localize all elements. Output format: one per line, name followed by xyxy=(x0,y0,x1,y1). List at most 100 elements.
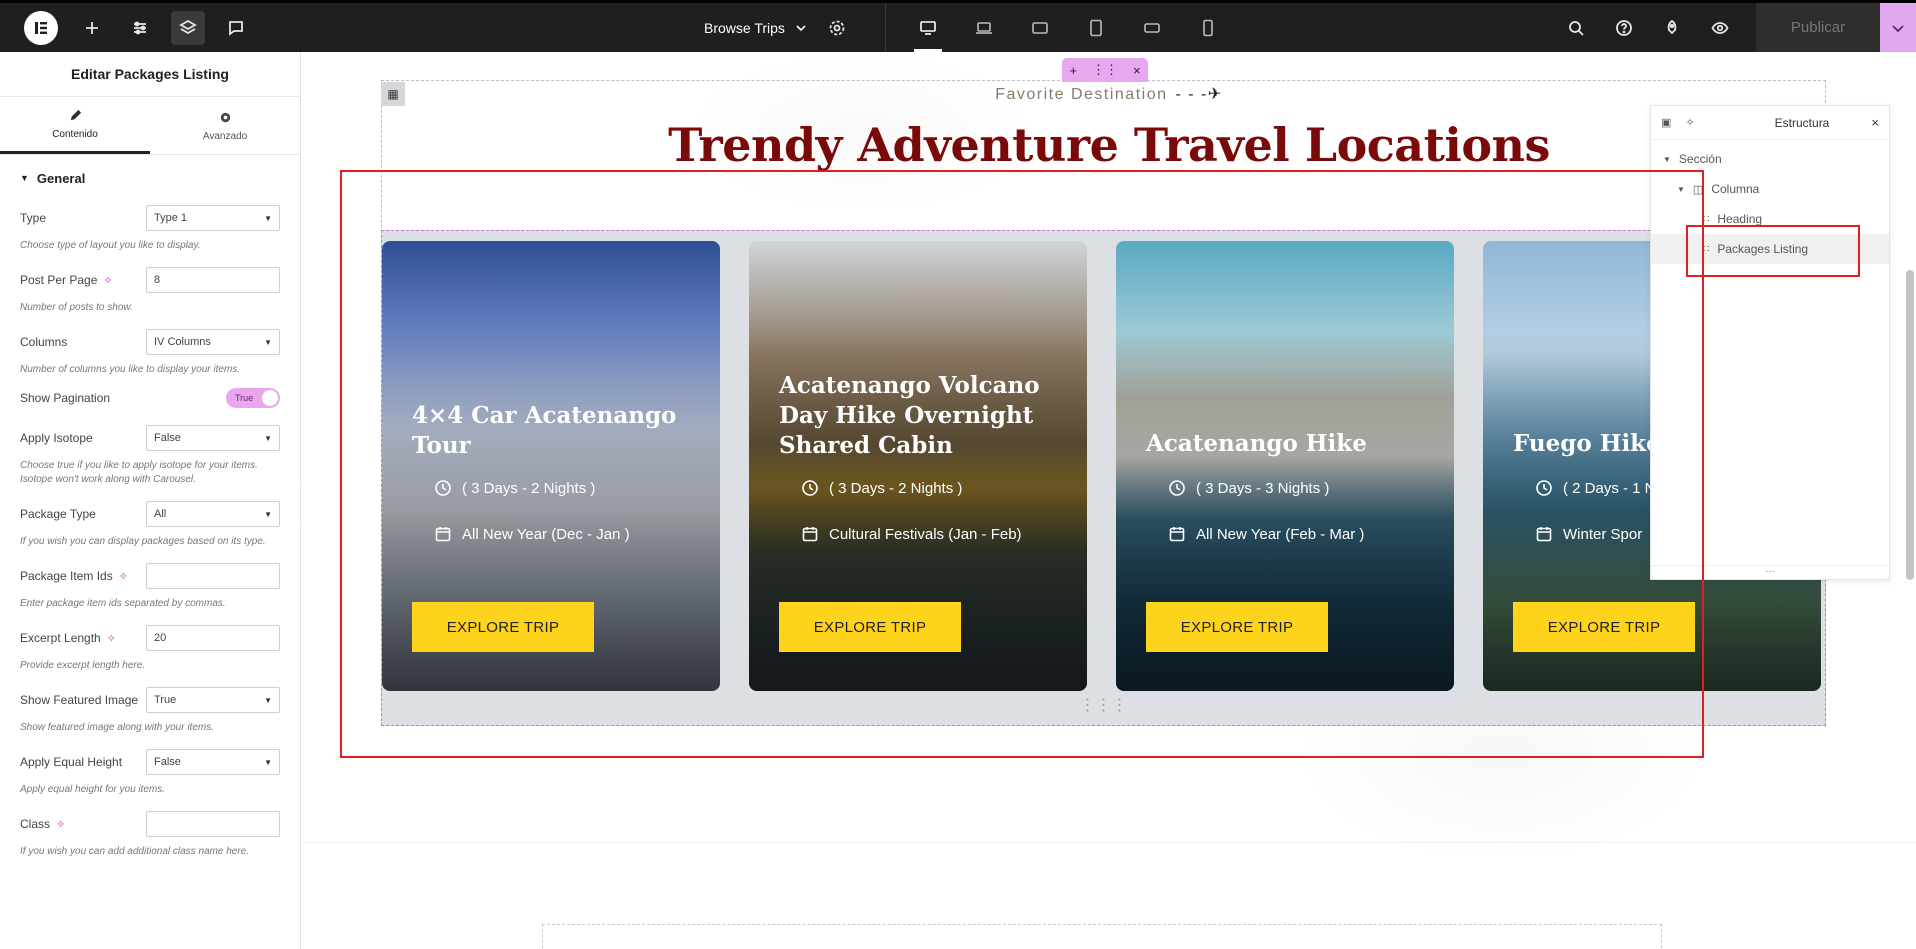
airplane-icon: - - -✈ xyxy=(1175,86,1223,103)
apply-equal-height-label: Apply Equal Height xyxy=(20,755,123,769)
package-type-label: Package Type xyxy=(20,507,96,521)
publish-options-chevron-icon[interactable] xyxy=(1880,3,1916,52)
package-item-ids-input[interactable] xyxy=(146,563,280,589)
apply-isotope-value: False xyxy=(154,432,181,444)
highlight-widget-box xyxy=(340,170,1704,758)
excerpt-length-label: Excerpt Length xyxy=(20,631,101,645)
class-label: Class xyxy=(20,817,51,831)
chevron-down-icon xyxy=(796,24,806,31)
show-pagination-toggle[interactable]: True xyxy=(226,388,280,408)
desktop-device-icon[interactable] xyxy=(900,3,956,52)
ai-sparkle-icon[interactable]: ✧ xyxy=(1685,116,1694,129)
mobile-landscape-device-icon[interactable] xyxy=(1124,3,1180,52)
ai-sparkle-icon[interactable]: ✧ xyxy=(56,818,65,831)
type-help: Choose type of layout you like to displa… xyxy=(20,240,201,251)
panel-title: Editar Packages Listing xyxy=(0,52,300,97)
apply-isotope-select[interactable]: False ▼ xyxy=(146,425,280,451)
package-type-select[interactable]: All ▼ xyxy=(146,501,280,527)
page-settings-icon[interactable] xyxy=(813,3,861,52)
ai-sparkle-icon[interactable]: ✧ xyxy=(119,570,128,583)
columns-select[interactable]: IV Columns ▼ xyxy=(146,329,280,355)
show-featured-image-help: Show featured image along with your item… xyxy=(20,722,214,733)
excerpt-length-input[interactable]: 20 xyxy=(146,625,280,651)
tablet-landscape-device-icon[interactable] xyxy=(1012,3,1068,52)
control-apply-equal-height: Apply Equal Height False ▼ xyxy=(0,749,300,775)
tab-contenido[interactable]: Contenido xyxy=(0,97,150,154)
structure-layers-icon[interactable] xyxy=(171,10,205,45)
publish-button[interactable]: Publicar xyxy=(1756,3,1880,52)
section-divider xyxy=(302,842,1916,843)
control-show-pagination: Show Pagination True xyxy=(0,385,300,411)
highlight-structure-item-box xyxy=(1686,225,1860,277)
page-selector-label: Browse Trips xyxy=(704,19,785,36)
tab-label: Avanzado xyxy=(202,130,248,142)
select-caret-icon: ▼ xyxy=(264,509,272,519)
structure-header: ▣ ✧ Estructura × xyxy=(1651,106,1889,140)
toolbar-divider xyxy=(884,3,886,52)
class-input[interactable] xyxy=(146,811,280,837)
preview-eye-icon[interactable] xyxy=(1696,3,1744,52)
add-section-plus-icon[interactable]: + xyxy=(1069,63,1077,78)
control-package-item-ids: Package Item Ids ✧ xyxy=(0,563,300,589)
tab-label: Contenido xyxy=(52,129,98,140)
tab-avanzado[interactable]: Avanzado xyxy=(150,97,300,154)
toggle-state: True xyxy=(235,393,254,403)
select-caret-icon: ▼ xyxy=(264,433,272,443)
comments-icon[interactable] xyxy=(212,3,260,52)
excerpt-length-help: Provide excerpt length here. xyxy=(20,660,146,671)
search-icon[interactable] xyxy=(1552,3,1600,52)
show-featured-image-select[interactable]: True ▼ xyxy=(146,687,280,713)
laptop-device-icon[interactable] xyxy=(956,3,1012,52)
close-icon[interactable]: × xyxy=(1871,115,1879,130)
page-selector[interactable]: Browse Trips xyxy=(688,20,813,36)
section-general-toggle[interactable]: ▼ General xyxy=(0,155,300,201)
control-package-type: Package Type All ▼ xyxy=(0,501,300,527)
mobile-portrait-device-icon[interactable] xyxy=(1180,3,1236,52)
type-select[interactable]: Type 1 ▼ xyxy=(146,205,280,231)
section-handle-bar: + ⋮⋮ × xyxy=(1062,58,1148,82)
tablet-portrait-device-icon[interactable] xyxy=(1068,3,1124,52)
whats-new-icon[interactable] xyxy=(1648,3,1696,52)
drag-section-icon[interactable]: ⋮⋮ xyxy=(1092,62,1118,78)
control-apply-isotope: Apply Isotope False ▼ xyxy=(0,425,300,451)
collapse-all-icon[interactable]: ▣ xyxy=(1661,116,1671,129)
elementor-logo-icon[interactable] xyxy=(24,10,58,45)
select-caret-icon: ▼ xyxy=(264,337,272,347)
apply-equal-height-help: Apply equal height for you items. xyxy=(20,784,166,795)
ai-sparkle-icon[interactable]: ✧ xyxy=(107,632,116,645)
structure-title: Estructura xyxy=(1774,115,1830,130)
add-element-icon[interactable] xyxy=(68,3,116,52)
columns-help: Number of columns you like to display yo… xyxy=(20,364,241,375)
device-switcher xyxy=(900,3,1236,52)
control-excerpt-length: Excerpt Length ✧ 20 xyxy=(0,625,300,651)
canvas-scrollbar[interactable] xyxy=(1906,270,1914,580)
show-pagination-label: Show Pagination xyxy=(20,391,111,405)
columns-label: Columns xyxy=(20,335,68,349)
pencil-icon xyxy=(70,109,81,121)
class-label-wrap: Class ✧ xyxy=(20,817,65,831)
post-per-page-input[interactable]: 8 xyxy=(146,267,280,293)
add-new-section-dropzone[interactable] xyxy=(542,924,1662,949)
show-featured-image-label: Show Featured Image xyxy=(20,693,139,707)
panel-tabs: Contenido Avanzado xyxy=(0,97,300,155)
subtitle-text: Favorite Destination xyxy=(995,86,1168,103)
post-per-page-help: Number of posts to show. xyxy=(20,302,133,313)
ai-sparkle-icon[interactable]: ✧ xyxy=(103,274,112,287)
delete-section-close-icon[interactable]: × xyxy=(1133,63,1141,78)
control-class: Class ✧ xyxy=(0,811,300,837)
structure-item-label: Columna xyxy=(1711,182,1760,196)
post-per-page-label-wrap: Post Per Page ✧ xyxy=(20,273,113,287)
caret-down-icon: ▼ xyxy=(1663,154,1671,164)
package-type-help: If you wish you can display packages bas… xyxy=(20,536,266,547)
help-icon[interactable] xyxy=(1600,3,1648,52)
apply-equal-height-select[interactable]: False ▼ xyxy=(146,749,280,775)
package-type-value: All xyxy=(154,508,167,520)
caret-down-icon: ▼ xyxy=(20,173,29,183)
editor-panel: Editar Packages Listing Contenido Avanza… xyxy=(0,52,301,949)
apply-isotope-help: Choose true if you like to apply isotope… xyxy=(20,460,258,485)
favorite-destination-subtitle: Favorite Destination - - -✈ xyxy=(302,84,1916,104)
show-featured-image-value: True xyxy=(154,694,177,706)
top-toolbar: Browse Trips Publicar xyxy=(0,0,1916,52)
site-settings-icon[interactable] xyxy=(116,3,164,52)
type-label: Type xyxy=(20,211,47,225)
